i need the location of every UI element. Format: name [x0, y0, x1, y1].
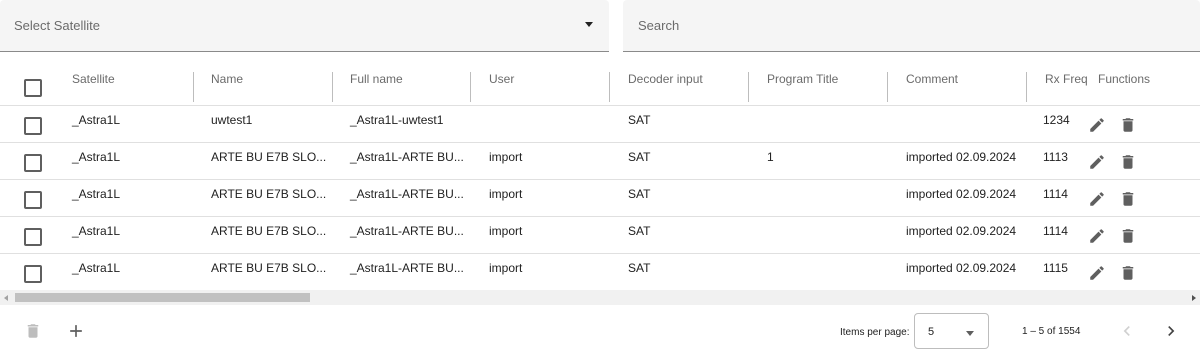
- search-input[interactable]: Search: [623, 0, 1200, 52]
- cell-satellite: _Astra1L: [72, 187, 121, 201]
- row-checkbox[interactable]: [24, 191, 42, 209]
- cell-satellite: _Astra1L: [72, 261, 121, 275]
- chevron-left-icon[interactable]: [1117, 321, 1137, 341]
- cell-rx-freq: 1113: [1043, 150, 1068, 164]
- scroll-right-arrow-icon[interactable]: [1192, 295, 1196, 301]
- items-per-page-value: 5: [928, 326, 935, 338]
- select-all-checkbox[interactable]: [24, 79, 42, 97]
- cell-satellite: _Astra1L: [72, 113, 121, 127]
- cell-user: import: [489, 224, 523, 238]
- table-row[interactable]: _Astra1L ARTE BU E7B SLO... _Astra1L-ARTE …: [0, 180, 1200, 217]
- column-resize-handle[interactable]: [470, 72, 471, 102]
- cell-name: ARTE BU E7B SLO...: [211, 224, 327, 238]
- items-per-page-label: Items per page:: [840, 327, 910, 338]
- plus-icon[interactable]: [66, 321, 86, 346]
- row-checkbox[interactable]: [24, 228, 42, 246]
- cell-rx-freq: 1114: [1043, 187, 1068, 201]
- trash-icon[interactable]: [1119, 264, 1137, 282]
- row-checkbox[interactable]: [24, 154, 42, 172]
- dropdown-arrow-icon[interactable]: [966, 331, 974, 336]
- cell-user: import: [489, 150, 523, 164]
- trash-icon[interactable]: [1119, 190, 1137, 208]
- cell-full-name: _Astra1L-ARTE BU...: [350, 150, 464, 164]
- items-per-page-select[interactable]: 5: [914, 313, 989, 349]
- header-satellite[interactable]: Satellite: [72, 72, 115, 86]
- cell-full-name: _Astra1L-uwtest1: [350, 113, 444, 127]
- cell-satellite: _Astra1L: [72, 150, 121, 164]
- horizontal-scrollbar[interactable]: [0, 290, 1200, 305]
- column-resize-handle[interactable]: [193, 72, 194, 102]
- header-user[interactable]: User: [489, 72, 514, 86]
- cell-decoder-input: SAT: [628, 261, 651, 275]
- trash-icon[interactable]: [1119, 153, 1137, 171]
- header-program-title[interactable]: Program Title: [767, 72, 838, 86]
- filter-bar: Select Satellite Search: [0, 0, 1200, 52]
- scrollbar-thumb[interactable]: [15, 293, 310, 302]
- cell-satellite: _Astra1L: [72, 224, 121, 238]
- scroll-left-arrow-icon[interactable]: [4, 295, 8, 301]
- cell-name: ARTE BU E7B SLO...: [211, 150, 327, 164]
- chevron-right-icon[interactable]: [1161, 321, 1181, 341]
- cell-decoder-input: SAT: [628, 187, 651, 201]
- pencil-icon[interactable]: [1088, 264, 1106, 282]
- pencil-icon[interactable]: [1088, 153, 1106, 171]
- pencil-icon[interactable]: [1088, 227, 1106, 245]
- header-rx-freq[interactable]: Rx Freq: [1045, 72, 1088, 86]
- cell-user: import: [489, 261, 523, 275]
- column-resize-handle[interactable]: [748, 72, 749, 102]
- cell-user: import: [489, 187, 523, 201]
- column-resize-handle[interactable]: [332, 72, 333, 102]
- cell-comment: imported 02.09.2024: [906, 224, 1017, 238]
- cell-full-name: _Astra1L-ARTE BU...: [350, 261, 464, 275]
- satellite-select-placeholder: Select Satellite: [14, 18, 100, 33]
- dropdown-arrow-icon[interactable]: [585, 22, 593, 27]
- table-row[interactable]: _Astra1L uwtest1 _Astra1L-uwtest1 SAT 1234: [0, 106, 1200, 143]
- header-full-name[interactable]: Full name: [350, 72, 403, 86]
- trash-icon[interactable]: [1119, 116, 1137, 134]
- column-resize-handle[interactable]: [609, 72, 610, 102]
- cell-rx-freq: 1234: [1043, 113, 1070, 127]
- cell-comment: imported 02.09.2024: [906, 187, 1017, 201]
- trash-icon[interactable]: [1119, 227, 1137, 245]
- header-decoder-input[interactable]: Decoder input: [628, 72, 703, 86]
- pencil-icon[interactable]: [1088, 190, 1106, 208]
- cell-name: ARTE BU E7B SLO...: [211, 187, 327, 201]
- cell-comment: imported 02.09.2024: [906, 261, 1017, 275]
- search-placeholder: Search: [638, 18, 680, 33]
- header-name[interactable]: Name: [211, 72, 243, 86]
- row-checkbox[interactable]: [24, 117, 42, 135]
- trash-icon[interactable]: [24, 321, 42, 346]
- pencil-icon[interactable]: [1088, 116, 1106, 134]
- column-resize-handle[interactable]: [1026, 72, 1027, 102]
- cell-decoder-input: SAT: [628, 113, 651, 127]
- cell-decoder-input: SAT: [628, 150, 651, 164]
- cell-full-name: _Astra1L-ARTE BU...: [350, 187, 464, 201]
- cell-name: uwtest1: [211, 113, 253, 127]
- satellite-programs-table: Satellite Name Full name User Decoder in…: [0, 68, 1200, 290]
- table-footer: Items per page: 5 1 – 5 of 1554: [0, 305, 1200, 359]
- satellite-select[interactable]: Select Satellite: [0, 0, 609, 52]
- cell-rx-freq: 1114: [1043, 224, 1068, 238]
- table-row[interactable]: _Astra1L ARTE BU E7B SLO... _Astra1L-ARTE …: [0, 217, 1200, 254]
- cell-full-name: _Astra1L-ARTE BU...: [350, 224, 464, 238]
- cell-name: ARTE BU E7B SLO...: [211, 261, 327, 275]
- table-row[interactable]: _Astra1L ARTE BU E7B SLO... _Astra1L-ARTE …: [0, 143, 1200, 180]
- pagination-range: 1 – 5 of 1554: [1022, 326, 1081, 337]
- table-header-row: Satellite Name Full name User Decoder in…: [0, 68, 1200, 106]
- cell-rx-freq: 1115: [1043, 261, 1068, 275]
- header-comment[interactable]: Comment: [906, 72, 958, 86]
- cell-program-title: 1: [767, 150, 774, 164]
- cell-decoder-input: SAT: [628, 224, 651, 238]
- header-functions: Functions: [1098, 72, 1151, 86]
- table-row[interactable]: _Astra1L ARTE BU E7B SLO... _Astra1L-ARTE …: [0, 254, 1200, 290]
- column-resize-handle[interactable]: [887, 72, 888, 102]
- cell-comment: imported 02.09.2024: [906, 150, 1017, 164]
- row-checkbox[interactable]: [24, 265, 42, 283]
